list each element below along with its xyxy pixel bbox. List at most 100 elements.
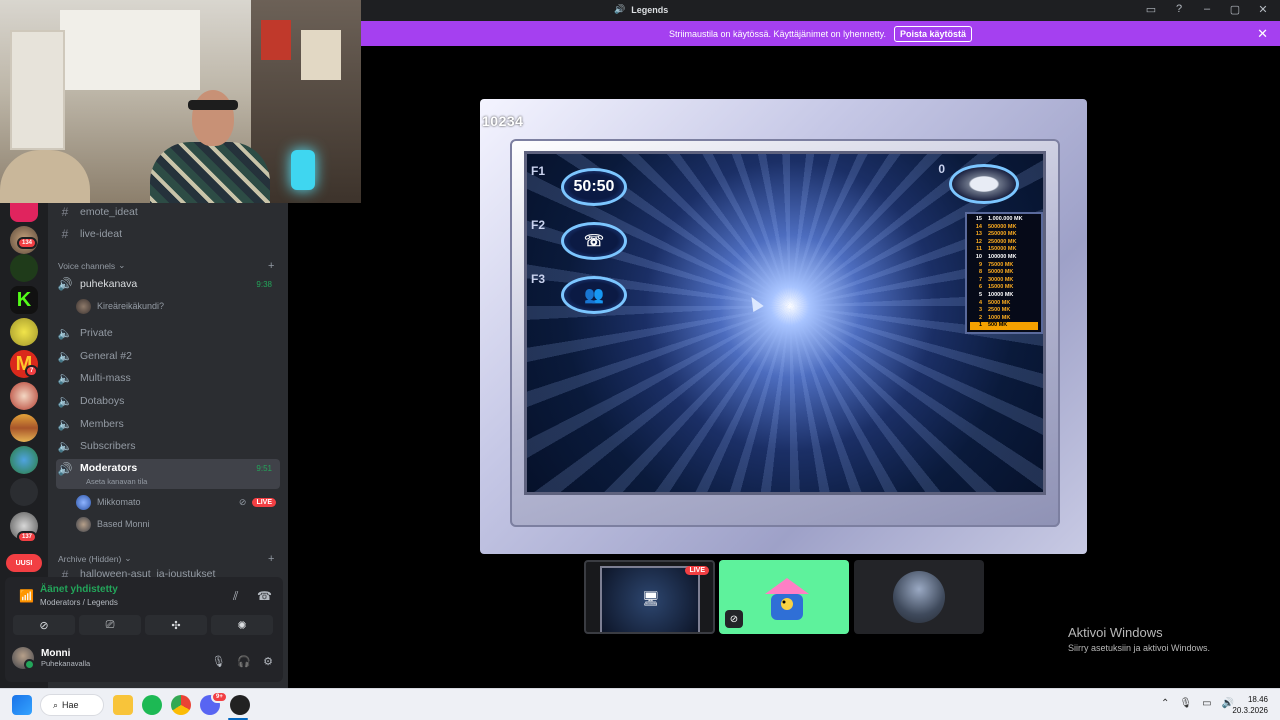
participant-tile[interactable] — [854, 560, 984, 634]
voice-channel-general-2[interactable]: 🔈 General #2 — [56, 346, 280, 366]
microphone-icon[interactable]: 🎙 — [1179, 698, 1192, 709]
speaker-icon: 🔊 — [57, 277, 73, 291]
disconnect-icon[interactable]: ☎ — [257, 589, 272, 603]
locked-speaker-icon: 🔈 — [57, 371, 73, 385]
soundboard-button[interactable]: ✺ — [211, 615, 273, 635]
participant-tiles: 🖥 LIVE ⊘ — [584, 560, 988, 634]
category-voice-channels[interactable]: Voice channels ⌄ + — [58, 260, 288, 272]
voice-channel-multi-mass[interactable]: 🔈 Multi-mass — [56, 368, 280, 388]
user-controls: 🎙 🎧 ⚙ — [211, 655, 273, 668]
voice-channel-moderators[interactable]: 🔊 Moderators 9:51 Aseta kanavan tila — [56, 459, 280, 489]
money-ladder-row: 13 250000 MK — [975, 231, 1017, 238]
score-counter: 10234 — [482, 113, 524, 129]
tv-frame: F1 50:50 F2 ☏ F3 👥 0 15 1.000.000 MK 14 500… — [510, 139, 1060, 527]
signal-icon[interactable]: 📶 — [19, 589, 34, 603]
screen-share-button[interactable]: ⎚ — [79, 615, 141, 635]
money-ladder-row: 14 500000 MK — [975, 223, 1017, 230]
add-channel-icon[interactable]: + — [268, 260, 274, 272]
voice-channel-members[interactable]: 🔈 Members — [56, 414, 280, 434]
chrome-icon[interactable] — [171, 695, 191, 715]
voice-channel-subscribers[interactable]: 🔈 Subscribers — [56, 436, 280, 456]
maximize-button[interactable]: ▢ — [1228, 3, 1242, 16]
set-channel-status[interactable]: Aseta kanavan tila — [86, 477, 147, 486]
participant-tile[interactable]: ⊘ — [719, 560, 849, 634]
server-icon[interactable] — [10, 478, 38, 506]
money-ladder-row: 1 500 MK — [970, 322, 1038, 330]
headphones-icon[interactable]: 🎧 — [237, 655, 251, 668]
network-icon[interactable]: ▭ — [1202, 698, 1211, 709]
file-explorer-icon[interactable] — [113, 695, 133, 715]
banner-text: Striimaustila on käytössä. Käyttäjänimet… — [669, 28, 886, 39]
inbox-icon[interactable]: ▭ — [1144, 3, 1158, 16]
stream-preview-tile[interactable]: 🖥 LIVE — [584, 560, 715, 634]
voice-user[interactable]: Kireäreikäkundi? — [76, 297, 164, 315]
money-ladder-row: 11 150000 MK — [976, 246, 1017, 253]
phone-a-friend-icon[interactable]: ☏ — [561, 222, 627, 260]
live-badge: LIVE — [685, 566, 709, 575]
noise-suppression-icon[interactable]: ⫽ — [233, 589, 238, 604]
hash-icon: # — [61, 205, 69, 219]
window-title: 🔊 Legends — [614, 4, 669, 15]
streamer-mode-banner: Striimaustila on käytössä. Käyttäjänimet… — [361, 21, 1280, 46]
system-tray: ⌃ 🎙 ▭ 🔊 — [1161, 698, 1234, 709]
windows-start-icon[interactable] — [12, 695, 32, 715]
camera-off-button[interactable]: ⊘ — [13, 615, 75, 635]
search-icon: ⌕ — [53, 699, 59, 710]
kick-server-icon[interactable]: K — [10, 286, 38, 314]
money-ladder-row: 10 100000 MK — [975, 253, 1017, 260]
voice-connection-panel: 📶 Äänet yhdistetty Moderators / Legends … — [5, 577, 283, 682]
channel-live-ideat[interactable]: # live-ideat — [56, 224, 280, 244]
eye-icon — [949, 164, 1019, 204]
money-ladder-row: 8 50000 MK — [978, 269, 1014, 276]
locked-speaker-icon: 🔈 — [57, 349, 73, 363]
clock[interactable]: 18.46 20.3.2026 — [1232, 694, 1268, 716]
deafened-icon: ⊘ — [238, 496, 247, 507]
money-ladder-row: 5 10000 MK — [978, 291, 1014, 298]
activities-button[interactable]: ✣ — [145, 615, 207, 635]
server-icon[interactable] — [10, 446, 38, 474]
voice-user-mikkomato[interactable]: Mikkomato ⊘ LIVE — [76, 493, 276, 511]
server-icon[interactable] — [10, 382, 38, 410]
help-icon[interactable]: ? — [1172, 3, 1186, 16]
server-icon[interactable] — [10, 318, 38, 346]
fifty-fifty-lifeline[interactable]: 50:50 — [561, 168, 627, 206]
search-box[interactable]: ⌕ Hae — [40, 694, 104, 716]
notification-badge: 9+ — [211, 691, 228, 703]
chevron-up-icon[interactable]: ⌃ — [1161, 698, 1169, 709]
server-icon[interactable] — [10, 254, 38, 282]
close-icon[interactable]: ✕ — [1257, 26, 1268, 42]
ask-audience-icon[interactable]: 👥 — [561, 276, 627, 314]
locked-speaker-icon: 🔈 — [57, 326, 73, 340]
microphone-icon[interactable]: 🎙 — [211, 655, 225, 668]
channel-emote-ideat[interactable]: # emote_ideat — [56, 202, 280, 222]
disable-streamer-mode-button[interactable]: Poista käytöstä — [893, 25, 972, 42]
server-icon[interactable] — [10, 414, 38, 442]
minimize-button[interactable]: – — [1200, 3, 1214, 16]
voice-channel-puhekanava[interactable]: 🔊 puhekanava 9:38 — [56, 274, 280, 294]
category-archive[interactable]: Archive (Hidden) ⌄ + — [58, 553, 288, 565]
screen: 🔊 Legends ▭ ? – ▢ ✕ Striimaustila on käy… — [0, 0, 1280, 720]
voice-channel-dotaboys[interactable]: 🔈 Dotaboys — [56, 391, 280, 411]
money-ladder: 15 1.000.000 MK 14 500000 MK 13 250000 MK 12 25… — [965, 212, 1043, 334]
game-stream[interactable]: 10234 F1 50:50 F2 ☏ F3 👥 0 15 1.000.000 M… — [480, 99, 1087, 554]
money-ladder-row: 12 250000 MK — [975, 238, 1017, 245]
mention-badge: 134 — [17, 237, 38, 249]
gear-icon[interactable]: ⚙ — [263, 655, 273, 668]
locked-speaker-icon: 🔈 — [57, 417, 73, 431]
close-button[interactable]: ✕ — [1256, 3, 1270, 16]
add-channel-icon[interactable]: + — [268, 553, 274, 565]
live-badge: LIVE — [252, 497, 276, 507]
house-avatar-icon — [765, 578, 809, 620]
streamer — [150, 90, 270, 203]
spotify-icon[interactable] — [142, 695, 162, 715]
money-ladder-row: 9 75000 MK — [978, 261, 1014, 268]
question-number: 0 — [938, 162, 945, 176]
voice-user-based-monni[interactable]: Based Monni — [76, 515, 150, 533]
obs-icon[interactable] — [230, 695, 250, 715]
user-panel[interactable]: Monni Puhekanavalla — [12, 647, 90, 670]
new-badge[interactable]: UUSI — [6, 554, 42, 572]
voice-channel-private[interactable]: 🔈 Private — [56, 323, 280, 343]
money-ladder-row: 7 30000 MK — [978, 276, 1014, 283]
money-ladder-row: 2 1000 MK — [978, 314, 1011, 321]
money-ladder-row: 6 15000 MK — [978, 284, 1014, 291]
